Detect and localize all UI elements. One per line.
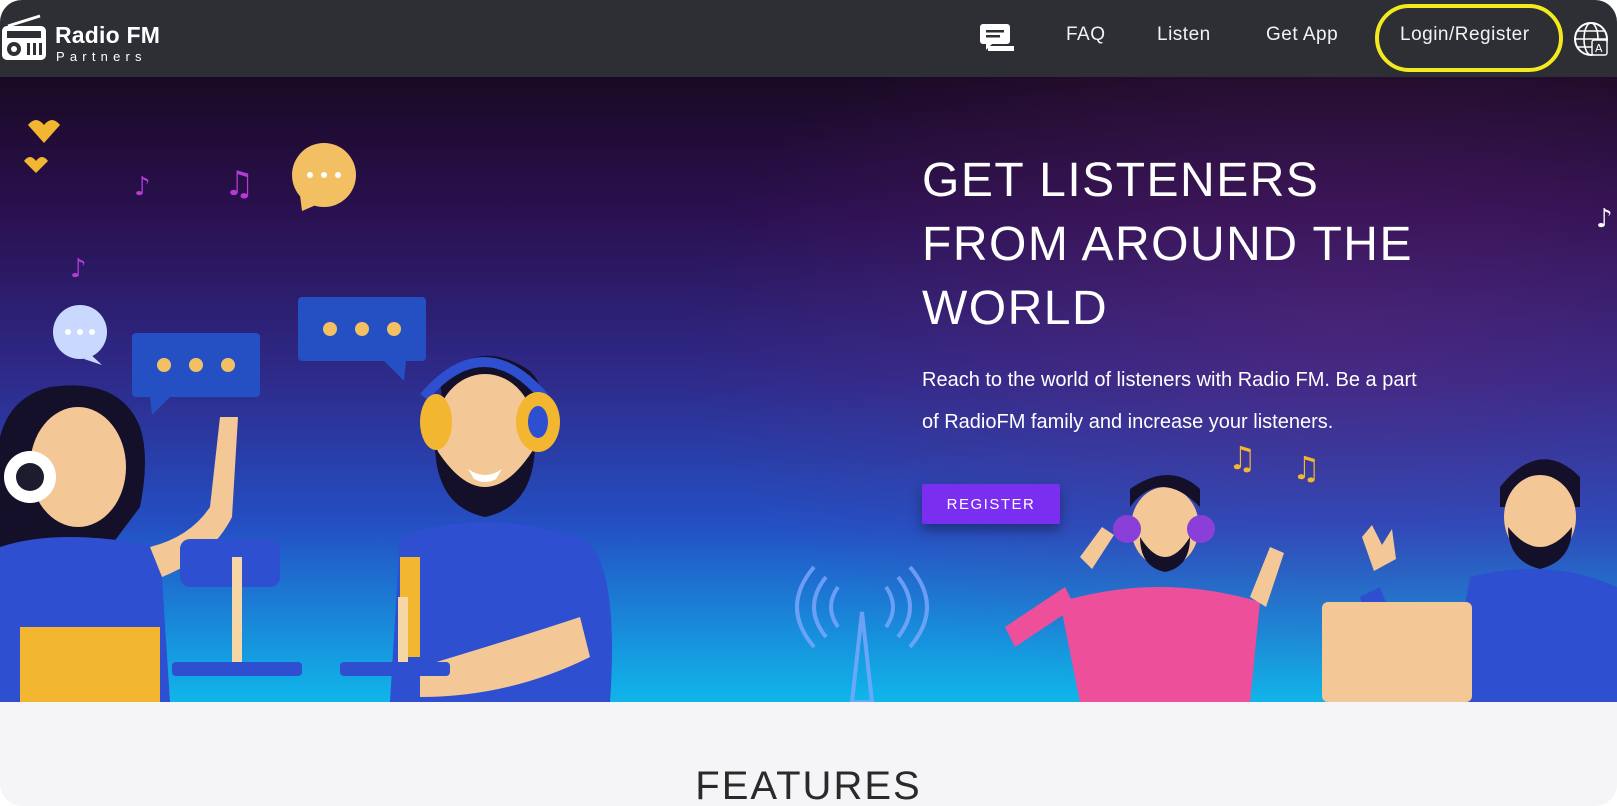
brand-logo[interactable]: Radio FM Partners [0, 12, 170, 64]
speech-bubble-icon [132, 333, 260, 415]
top-navbar: Radio FM Partners FAQ Listen Get App Log… [0, 0, 1617, 77]
globe-language-icon[interactable]: A [1572, 20, 1610, 58]
music-note-icon: ♫ [224, 164, 254, 204]
music-note-icon: ♫ [1228, 439, 1257, 477]
chat-icon[interactable] [978, 22, 1016, 54]
speech-bubble-icon [53, 305, 107, 365]
brand-name: Radio FM [55, 22, 161, 48]
radio-tower-icon [795, 565, 929, 702]
hero-title-line: GET LISTENERS [922, 154, 1320, 207]
radio-icon [2, 14, 46, 60]
nav-get-app-link[interactable]: Get App [1266, 24, 1338, 46]
speech-bubble-icon [298, 297, 426, 381]
hero-description-line: Reach to the world of listeners with Rad… [922, 369, 1417, 391]
register-button[interactable]: REGISTER [922, 484, 1060, 524]
page-frame: Radio FM Partners FAQ Listen Get App Log… [0, 0, 1617, 806]
svg-text:A: A [1595, 42, 1603, 55]
features-heading: FEATURES [695, 764, 922, 806]
features-section: FEATURES [0, 702, 1617, 806]
hero-description: Reach to the world of listeners with Rad… [922, 359, 1482, 443]
music-note-icon: ♪ [70, 254, 87, 284]
hero-banner: ♪ ♫ ♪ ♪ ♫ ♫ GET LISTENERS FROM AROUND TH… [0, 77, 1617, 702]
laptop-man-illustration [1322, 459, 1617, 702]
hero-description-line: of RadioFM family and increase your list… [922, 411, 1334, 433]
music-note-icon: ♪ [1596, 204, 1613, 234]
hero-title-line: FROM AROUND THE [922, 218, 1413, 271]
music-note-icon: ♪ [134, 172, 151, 202]
hero-title: GET LISTENERS FROM AROUND THE WORLD [922, 149, 1482, 341]
bearded-man-illustration [340, 355, 612, 702]
nav-login-register-link[interactable]: Login/Register [1400, 24, 1530, 46]
heart-doodle-icon [24, 120, 60, 173]
nav-listen-link[interactable]: Listen [1157, 24, 1211, 46]
woman-illustration [0, 385, 302, 702]
music-note-icon: ♫ [1292, 449, 1321, 487]
speech-bubble-icon [292, 143, 356, 211]
hero-title-line: WORLD [922, 282, 1109, 335]
brand-subtitle: Partners [56, 49, 147, 64]
nav-faq-link[interactable]: FAQ [1066, 24, 1106, 46]
